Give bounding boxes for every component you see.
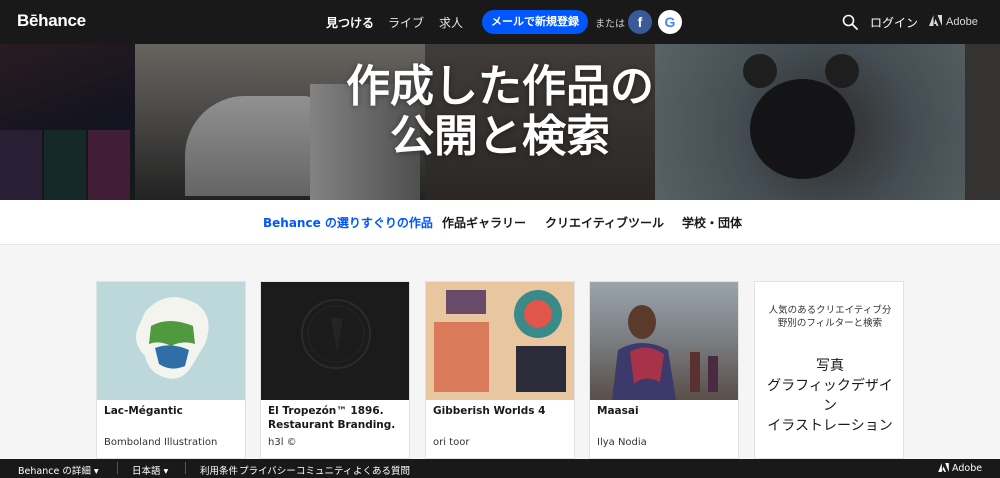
project-owner[interactable]: ori toor bbox=[433, 437, 469, 448]
language-selector[interactable]: 日本語 ▾ bbox=[132, 463, 168, 477]
hero-banner: 作成した作品の 公開と検索 bbox=[0, 44, 1000, 200]
creative-fields-card: 人気のあるクリエイティブ分野別のフィルターと検索 写真 グラフィックデザイン イ… bbox=[754, 281, 904, 459]
chevron-down-icon: ▾ bbox=[163, 466, 169, 477]
top-navigation: Bēhance 見つける ライブ 求人 メールで新規登録 または f G ログイ… bbox=[0, 0, 1000, 44]
tab-gallery[interactable]: 作品ギャラリー bbox=[442, 214, 526, 231]
creative-fields-list: 写真 グラフィックデザイン イラストレーション bbox=[755, 356, 905, 436]
hero-title: 作成した作品の 公開と検索 bbox=[300, 62, 700, 162]
field-link-illustration[interactable]: イラストレーション bbox=[755, 416, 905, 436]
adobe-logo-icon bbox=[938, 463, 949, 472]
behance-logo[interactable]: Bēhance bbox=[17, 11, 86, 31]
tab-curated[interactable]: Behance の選りすぐりの作品 bbox=[263, 214, 433, 231]
category-tabs: Behance の選りすぐりの作品 作品ギャラリー クリエイティブツール 学校・… bbox=[0, 200, 1000, 245]
project-thumbnail[interactable] bbox=[426, 282, 574, 400]
email-signup-button[interactable]: メールで新規登録 bbox=[482, 10, 588, 34]
footer-about-menu[interactable]: Behance の詳細 ▾ bbox=[18, 463, 99, 477]
login-link[interactable]: ログイン bbox=[870, 14, 918, 31]
or-label: または bbox=[595, 19, 625, 30]
footer-faq-link[interactable]: よくある質問 bbox=[353, 463, 410, 477]
footer-privacy-link[interactable]: プライバシー bbox=[239, 463, 296, 477]
field-link-photography[interactable]: 写真 bbox=[755, 356, 905, 376]
project-card[interactable]: Maasai Ilya Nodia bbox=[589, 281, 739, 459]
adobe-label: Adobe bbox=[946, 16, 978, 28]
project-owner[interactable]: Ilya Nodia bbox=[597, 437, 647, 448]
project-title[interactable]: Maasai bbox=[597, 404, 737, 418]
adobe-logo-icon bbox=[929, 15, 942, 26]
creative-fields-intro: 人気のあるクリエイティブ分野別のフィルターと検索 bbox=[768, 305, 892, 329]
footer-terms-link[interactable]: 利用条件 bbox=[200, 463, 238, 477]
nav-discover[interactable]: 見つける bbox=[326, 14, 374, 31]
chevron-down-icon: ▾ bbox=[93, 466, 99, 477]
footer-bar: Behance の詳細 ▾ 日本語 ▾ 利用条件 プライバシー コミュニティ よ… bbox=[0, 459, 1000, 478]
project-owner[interactable]: Bomboland Illustration bbox=[104, 437, 217, 448]
language-label: 日本語 bbox=[132, 466, 161, 477]
footer-about-label: Behance の詳細 bbox=[18, 466, 91, 477]
project-title[interactable]: El Tropezón™ 1896. Restaurant Branding. bbox=[268, 404, 408, 432]
footer-adobe-link[interactable]: Adobe bbox=[938, 463, 982, 474]
project-card[interactable]: Lac-Mégantic Bomboland Illustration bbox=[96, 281, 246, 459]
hero-title-line-2: 公開と検索 bbox=[390, 111, 610, 162]
search-icon[interactable] bbox=[842, 14, 858, 30]
project-thumbnail[interactable] bbox=[261, 282, 409, 400]
field-link-graphic-design[interactable]: グラフィックデザイン bbox=[755, 376, 905, 416]
nav-jobs[interactable]: 求人 bbox=[439, 14, 463, 31]
project-card[interactable]: Gibberish Worlds 4 ori toor bbox=[425, 281, 575, 459]
project-thumbnail[interactable] bbox=[97, 282, 245, 400]
google-login-button[interactable]: G bbox=[658, 10, 682, 34]
project-title[interactable]: Lac-Mégantic bbox=[104, 404, 244, 418]
project-title[interactable]: Gibberish Worlds 4 bbox=[433, 404, 573, 418]
facebook-login-button[interactable]: f bbox=[628, 10, 652, 34]
nav-live[interactable]: ライブ bbox=[388, 14, 424, 31]
footer-adobe-label: Adobe bbox=[952, 463, 983, 474]
tab-schools[interactable]: 学校・団体 bbox=[682, 214, 742, 231]
footer-divider bbox=[185, 462, 186, 474]
adobe-link[interactable]: Adobe bbox=[929, 15, 978, 28]
project-owner[interactable]: h3l © bbox=[268, 437, 297, 448]
project-card[interactable]: El Tropezón™ 1896. Restaurant Branding. … bbox=[260, 281, 410, 459]
tab-creative-tools[interactable]: クリエイティブツール bbox=[545, 214, 664, 231]
footer-divider bbox=[117, 462, 118, 474]
footer-community-link[interactable]: コミュニティ bbox=[296, 463, 352, 477]
project-thumbnail[interactable] bbox=[590, 282, 738, 400]
hero-title-line-1: 作成した作品の bbox=[346, 61, 654, 112]
